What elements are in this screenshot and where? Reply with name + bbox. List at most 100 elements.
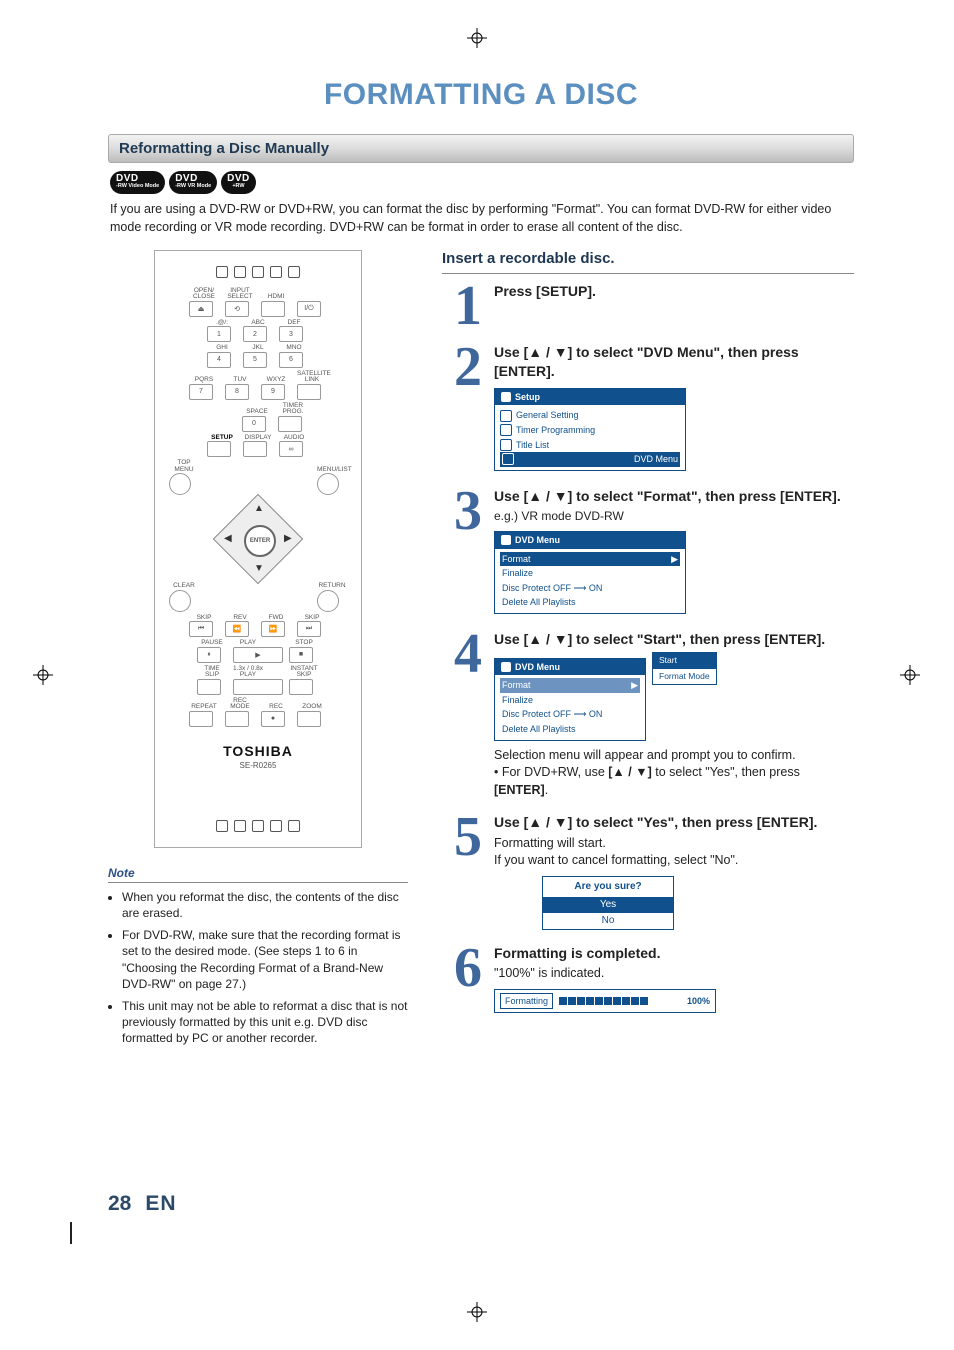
up-arrow-icon: ▲ [528, 488, 542, 504]
step-3: 3 Use [▲ / ▼] to select "Format", then p… [442, 487, 854, 616]
right-arrow-icon: ▶ [284, 533, 292, 544]
step-title: Use [▲ / ▼] to select "Format", then pre… [494, 487, 854, 507]
audio-button: ∞ [279, 441, 303, 457]
key-1: 1 [207, 326, 231, 342]
step-number: 5 [442, 813, 494, 860]
remote-control-illustration: OPEN/ CLOSE⏏ INPUT SELECT⟲ HDMI I/⏻ .@/:… [154, 250, 362, 848]
down-arrow-icon: ▼ [554, 488, 568, 504]
remote-model: SE-R0265 [163, 761, 353, 770]
dvd-menu-icon [502, 453, 514, 465]
step-title: Use [▲ / ▼] to select "Start", then pres… [494, 630, 854, 650]
key-0: 0 [242, 416, 266, 432]
up-arrow-icon: ▲ [528, 814, 542, 830]
divider [442, 273, 854, 274]
setup-icon [501, 392, 511, 402]
page-footer: 28 EN [108, 1192, 308, 1216]
note-heading: Note [108, 866, 408, 883]
page-language: EN [145, 1192, 176, 1216]
time-slip-button [197, 679, 221, 695]
step-title: Use [▲ / ▼] to select "DVD Menu", then p… [494, 343, 854, 382]
step-note: Selection menu will appear and prompt yo… [494, 747, 854, 765]
disc-icon [501, 662, 511, 672]
instructions-heading: Insert a recordable disc. [442, 250, 854, 267]
step-5: 5 Use [▲ / ▼] to select "Yes", then pres… [442, 813, 854, 930]
key-5: 5 [243, 352, 267, 368]
rec-mode-button [225, 711, 249, 727]
osd-dvd-menu: DVD Menu Format▶ Finalize Disc Protect O… [494, 531, 686, 614]
step-number: 6 [442, 944, 494, 991]
dvd-rw-video-badge-icon: DVD-RW Video Mode [110, 171, 165, 194]
timer-prog-button [278, 416, 302, 432]
eject-icon: ⏏ [198, 305, 205, 313]
speed-play-button [233, 679, 283, 695]
right-arrow-icon: ▶ [671, 553, 678, 566]
down-arrow-icon: ▼ [635, 765, 647, 779]
power-icon: I/⏻ [304, 305, 313, 313]
osd-confirm-dialog: Are you sure? Yes No [542, 876, 674, 930]
right-arrow-icon: ▶ [631, 679, 638, 692]
step-line: Formatting will start. [494, 835, 854, 853]
dvd-rw-vr-badge-icon: DVD-RW VR Mode [169, 171, 217, 194]
down-arrow-icon: ▼ [554, 814, 568, 830]
satellite-link-button [297, 384, 321, 400]
step-line: "100%" is indicated. [494, 965, 854, 983]
play-button: ▶ [233, 647, 283, 663]
step-number: 2 [442, 343, 494, 390]
steps-column: Insert a recordable disc. 1 Press [SETUP… [442, 250, 854, 1028]
registration-mark-icon [33, 665, 53, 685]
key-3: 3 [279, 326, 303, 342]
down-arrow-icon: ▼ [554, 344, 568, 360]
key-7: 7 [189, 384, 213, 400]
key-9: 9 [261, 384, 285, 400]
power-button: I/⏻ [297, 301, 321, 317]
left-arrow-icon: ◀ [224, 533, 232, 544]
remote-brand: TOSHIBA [163, 743, 353, 759]
up-arrow-icon: ▲ [612, 765, 624, 779]
fwd-button: ⏩ [261, 621, 285, 637]
up-arrow-icon: ▲ [528, 344, 542, 360]
step-1: 1 Press [SETUP]. [442, 282, 854, 329]
step-note: • For DVD+RW, use [▲ / ▼] to select "Yes… [494, 764, 854, 799]
section-heading: Reformatting a Disc Manually [108, 134, 854, 163]
step-2: 2 Use [▲ / ▼] to select "DVD Menu", then… [442, 343, 854, 473]
note-section: Note When you reformat the disc, the con… [108, 866, 408, 1047]
up-arrow-icon: ▲ [254, 503, 264, 514]
input-icon: ⟲ [234, 305, 240, 313]
osd-dvd-menu: DVD Menu Format▶ Finalize Disc Protect O… [494, 658, 646, 741]
menu-list-button [317, 473, 339, 495]
clear-button [169, 590, 191, 612]
rec-button: ● [261, 711, 285, 727]
zoom-button [297, 711, 321, 727]
step-number: 4 [442, 630, 494, 677]
instant-skip-button [289, 679, 313, 695]
registration-mark-icon [900, 665, 920, 685]
general-setting-icon [500, 410, 512, 422]
open-close-button: ⏏ [189, 301, 213, 317]
confirm-yes: Yes [543, 897, 673, 913]
step-number: 3 [442, 487, 494, 534]
hdmi-button [261, 301, 285, 317]
setup-button [207, 441, 231, 457]
up-arrow-icon: ▲ [528, 631, 542, 647]
key-8: 8 [225, 384, 249, 400]
registration-mark-icon [467, 28, 487, 48]
return-button [317, 590, 339, 612]
rev-button: ⏪ [225, 621, 249, 637]
down-arrow-icon: ▼ [254, 563, 264, 574]
display-button [243, 441, 267, 457]
down-arrow-icon: ▼ [554, 631, 568, 647]
step-title: Use [▲ / ▼] to select "Yes", then press … [494, 813, 854, 833]
progress-segments-icon [559, 997, 681, 1005]
osd-format-submenu: Start Format Mode [652, 652, 717, 686]
page-title: FORMATTING A DISC [108, 78, 854, 112]
note-item: This unit may not be able to reformat a … [122, 998, 408, 1047]
skip-next-button: ⏭ [297, 621, 321, 637]
pause-button: ⏸ [197, 647, 221, 663]
intro-paragraph: If you are using a DVD-RW or DVD+RW, you… [110, 200, 854, 236]
repeat-button [189, 711, 213, 727]
skip-prev-button: ⏮ [189, 621, 213, 637]
example-text: e.g.) VR mode DVD-RW [494, 508, 854, 525]
timer-icon [500, 424, 512, 436]
step-6: 6 Formatting is completed. "100%" is ind… [442, 944, 854, 1014]
osd-setup-menu: Setup General Setting Timer Programming … [494, 388, 686, 471]
